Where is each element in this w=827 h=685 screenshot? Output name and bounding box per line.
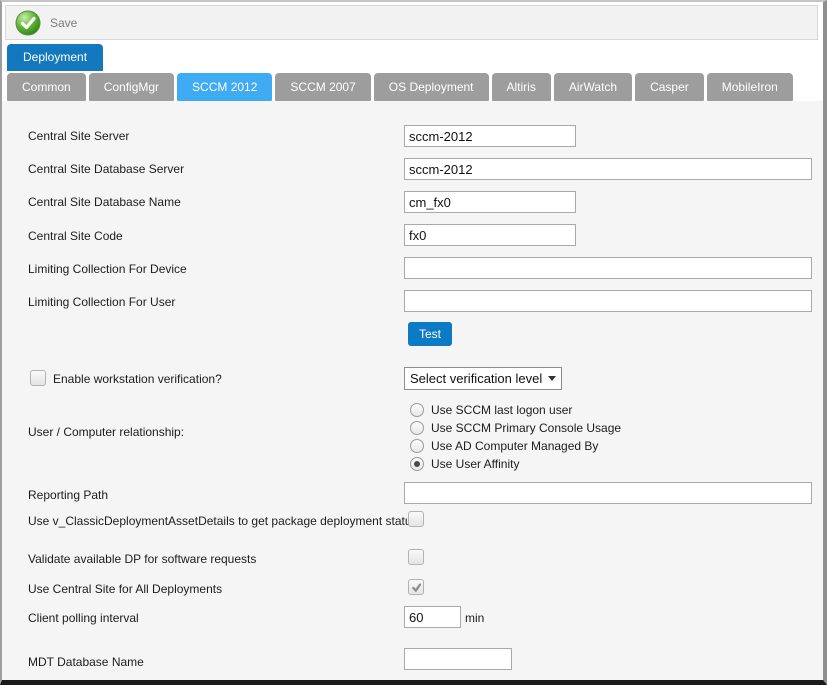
radio-icon [410, 421, 424, 435]
save-check-icon [15, 10, 41, 36]
reporting-path-label: Reporting Path [28, 488, 108, 502]
toolbar: Save [5, 5, 818, 40]
verification-level-select[interactable]: Select verification level [404, 367, 562, 390]
validate-dp-checkbox[interactable] [408, 549, 424, 565]
subtab-mobileiron[interactable]: MobileIron [707, 73, 793, 101]
subtab-casper[interactable]: Casper [635, 73, 704, 101]
save-button[interactable]: Save [15, 10, 77, 36]
subtab-airwatch[interactable]: AirWatch [554, 73, 632, 101]
client-polling-interval-unit: min [465, 611, 484, 625]
central-site-database-name-label: Central Site Database Name [28, 195, 181, 209]
check-icon [411, 582, 422, 593]
central-site-database-server-label: Central Site Database Server [28, 162, 184, 176]
enable-workstation-verification-checkbox[interactable] [30, 370, 46, 386]
central-site-server-label: Central Site Server [28, 129, 129, 143]
limiting-collection-device-label: Limiting Collection For Device [28, 262, 187, 276]
user-computer-relationship-label: User / Computer relationship: [28, 425, 184, 439]
radio-sccm-primary-console-usage[interactable]: Use SCCM Primary Console Usage [410, 420, 621, 435]
limiting-collection-user-input[interactable] [404, 290, 812, 312]
radio-sccm-last-logon-user[interactable]: Use SCCM last logon user [410, 402, 572, 417]
radio-use-user-affinity[interactable]: Use User Affinity [410, 456, 519, 471]
central-site-database-name-input[interactable] [404, 191, 576, 213]
validate-dp-label: Validate available DP for software reque… [28, 552, 256, 566]
client-polling-interval-label: Client polling interval [28, 611, 139, 625]
subtab-sccm-2012[interactable]: SCCM 2012 [177, 73, 272, 101]
use-v-classic-label: Use v_ClassicDeploymentAssetDetails to g… [28, 514, 418, 528]
radio-ad-computer-managed-by[interactable]: Use AD Computer Managed By [410, 438, 598, 453]
central-site-database-server-input[interactable] [404, 158, 812, 180]
subtab-common[interactable]: Common [7, 73, 86, 101]
central-site-code-input[interactable] [404, 224, 576, 246]
limiting-collection-device-input[interactable] [404, 257, 812, 279]
radio-icon [410, 439, 424, 453]
settings-window: Save Deployment Common ConfigMgr SCCM 20… [0, 0, 827, 685]
mdt-database-name-input[interactable] [404, 648, 512, 670]
central-site-code-label: Central Site Code [28, 229, 123, 243]
save-button-label: Save [50, 16, 77, 30]
verification-level-selected: Select verification level [410, 371, 544, 386]
use-central-site-all-label: Use Central Site for All Deployments [28, 582, 222, 596]
tab-deployment[interactable]: Deployment [7, 44, 103, 71]
test-button[interactable]: Test [408, 322, 452, 346]
radio-icon [410, 403, 424, 417]
reporting-path-input[interactable] [404, 482, 812, 504]
subtab-bar: Common ConfigMgr SCCM 2012 SCCM 2007 OS … [7, 73, 793, 101]
mdt-database-name-label: MDT Database Name [28, 655, 144, 669]
radio-selected-icon [410, 457, 424, 471]
central-site-server-input[interactable] [404, 125, 576, 147]
subtab-sccm-2007[interactable]: SCCM 2007 [275, 73, 370, 101]
dropdown-arrow-icon [548, 376, 556, 381]
enable-workstation-verification-label: Enable workstation verification? [53, 372, 222, 386]
use-central-site-all-checkbox[interactable] [408, 579, 424, 595]
use-v-classic-checkbox[interactable] [408, 511, 424, 527]
subtab-os-deployment[interactable]: OS Deployment [374, 73, 489, 101]
client-polling-interval-input[interactable] [404, 606, 461, 628]
subtab-altiris[interactable]: Altiris [492, 73, 551, 101]
subtab-configmgr[interactable]: ConfigMgr [89, 73, 174, 101]
limiting-collection-user-label: Limiting Collection For User [28, 295, 175, 309]
